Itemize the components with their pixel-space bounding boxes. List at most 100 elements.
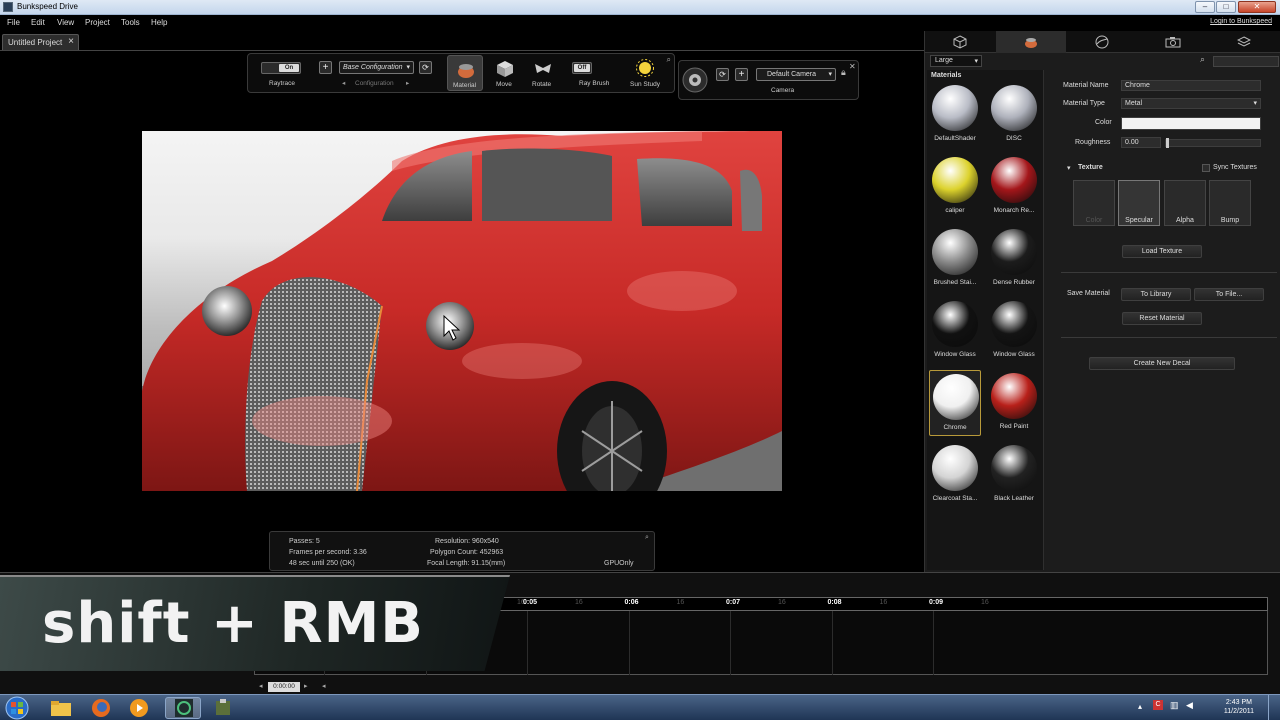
ruler-minor-label: 16: [676, 599, 685, 606]
texture-slot-specular[interactable]: Specular: [1118, 180, 1160, 226]
close-button[interactable]: ✕: [1238, 1, 1276, 13]
menu-help[interactable]: Help: [151, 18, 167, 27]
tab-environments[interactable]: [1067, 31, 1137, 53]
maximize-button[interactable]: □: [1216, 1, 1236, 13]
taskbar-recorder[interactable]: [205, 697, 241, 719]
keystroke-text: shift + RMB: [42, 591, 424, 656]
sun-study-button[interactable]: Sun Study: [628, 57, 662, 91]
material-name: DefaultShader: [934, 135, 976, 142]
show-desktop-button[interactable]: [1268, 695, 1280, 720]
texture-slot-color[interactable]: Color: [1073, 180, 1115, 226]
timeline-scroll-left-icon[interactable]: ◂: [322, 682, 326, 690]
color-swatch[interactable]: [1121, 117, 1261, 130]
material-item[interactable]: Clearcoat Sta...: [929, 442, 981, 508]
tab-models[interactable]: [925, 31, 995, 53]
menu-bar: File Edit View Project Tools Help Login …: [0, 15, 1280, 31]
material-item[interactable]: Dense Rubber: [988, 226, 1040, 292]
material-item[interactable]: Brushed Stai...: [929, 226, 981, 292]
menu-edit[interactable]: Edit: [31, 18, 45, 27]
material-item[interactable]: Monarch Re...: [988, 154, 1040, 220]
pin-icon[interactable]: ⌕: [645, 534, 649, 542]
prev-config-icon[interactable]: ◂: [342, 79, 345, 87]
color-label: Color: [1095, 119, 1112, 126]
action-center-icon[interactable]: C: [1153, 700, 1163, 710]
camera-refresh-button[interactable]: ⟳: [716, 68, 729, 81]
material-tool-button[interactable]: Material: [447, 55, 483, 91]
right-panel: Large ▾ ⌕ Materials DefaultShader DISC cal…: [924, 31, 1280, 572]
sun-study-label: Sun Study: [630, 81, 660, 88]
timeline-prev-icon[interactable]: ◂: [259, 682, 263, 690]
add-configuration-button[interactable]: +: [319, 61, 332, 74]
reset-material-button[interactable]: Reset Material: [1122, 312, 1202, 325]
configuration-dropdown[interactable]: Base Configuration ▾: [339, 61, 414, 74]
close-icon[interactable]: ✕: [849, 62, 856, 71]
sync-textures-checkbox[interactable]: [1202, 164, 1210, 172]
material-item[interactable]: Red Paint: [988, 370, 1040, 436]
rotate-tool-button[interactable]: Rotate: [526, 55, 560, 91]
render-viewport[interactable]: [142, 131, 782, 491]
roughness-input[interactable]: 0.00: [1121, 137, 1161, 148]
library-search-input[interactable]: [1213, 56, 1279, 67]
save-to-library-button[interactable]: To Library: [1121, 288, 1191, 301]
taskbar-clock[interactable]: 2:43 PM 11/2/2011: [1224, 698, 1254, 716]
roughness-slider[interactable]: [1165, 138, 1261, 148]
material-item[interactable]: Window Glass: [929, 298, 981, 364]
refresh-configuration-button[interactable]: ⟳: [419, 61, 432, 74]
load-texture-button[interactable]: Load Texture: [1122, 245, 1202, 258]
add-camera-button[interactable]: +: [735, 68, 748, 81]
texture-slot-alpha[interactable]: Alpha: [1164, 180, 1206, 226]
network-icon[interactable]: ▥: [1170, 700, 1179, 711]
lock-icon[interactable]: 🔒︎: [841, 67, 846, 78]
menu-tools[interactable]: Tools: [121, 18, 140, 27]
material-item[interactable]: Black Leather: [988, 442, 1040, 508]
material-item[interactable]: Window Glass: [988, 298, 1040, 364]
ruler-minor-label: 16: [778, 599, 786, 606]
taskbar-media-player[interactable]: [121, 697, 157, 719]
camera-dropdown[interactable]: Default Camera ▾: [756, 68, 836, 81]
material-item[interactable]: DefaultShader: [929, 82, 981, 148]
minimize-button[interactable]: –: [1195, 1, 1215, 13]
next-config-icon[interactable]: ▸: [406, 79, 409, 87]
material-item[interactable]: DISC: [988, 82, 1040, 148]
roughness-slider-handle[interactable]: [1166, 138, 1169, 148]
material-name: caliper: [945, 207, 965, 214]
timeline-next-icon[interactable]: ▸: [304, 682, 308, 690]
app-icon: [3, 2, 13, 12]
move-tool-button[interactable]: Move: [488, 55, 522, 91]
menu-view[interactable]: View: [57, 18, 74, 27]
tab-cameras[interactable]: [1138, 31, 1208, 53]
pin-icon[interactable]: ⌕: [667, 55, 671, 65]
camera-navigator-icon[interactable]: [682, 67, 708, 93]
material-name-input[interactable]: Chrome: [1121, 80, 1261, 91]
taskbar-bunkspeed[interactable]: [165, 697, 201, 719]
texture-slot-bump[interactable]: Bump: [1209, 180, 1251, 226]
tab-close-icon[interactable]: ×: [68, 36, 74, 47]
texture-slot-label: Color: [1085, 217, 1103, 224]
thumbnail-size-dropdown[interactable]: Large ▾: [930, 55, 982, 67]
tab-untitled-project[interactable]: Untitled Project ×: [2, 34, 79, 50]
taskbar-explorer[interactable]: [43, 697, 79, 719]
speaker-icon[interactable]: ◀: [1186, 700, 1193, 711]
start-button[interactable]: [2, 695, 32, 720]
taskbar-firefox[interactable]: [83, 697, 119, 719]
material-item[interactable]: Chrome: [929, 370, 981, 436]
menu-project[interactable]: Project: [85, 18, 110, 27]
material-item[interactable]: caliper: [929, 154, 981, 220]
sun-icon: [636, 59, 654, 77]
show-hidden-icons[interactable]: ▴: [1138, 702, 1142, 711]
chevron-down-icon: ▾: [974, 58, 978, 65]
tab-layers[interactable]: [1209, 31, 1279, 53]
tab-materials[interactable]: [996, 31, 1066, 53]
render-toolbar: On Raytrace + Base Configuration ▾ ⟳ ◂ C…: [247, 53, 675, 93]
save-to-file-button[interactable]: To File...: [1194, 288, 1264, 301]
raytrace-toggle[interactable]: On: [261, 62, 301, 74]
ruler-major-label: 0:05: [523, 599, 538, 606]
material-preview-sphere: [932, 229, 978, 275]
material-type-dropdown[interactable]: Metal ▾: [1121, 98, 1261, 109]
create-decal-button[interactable]: Create New Decal: [1089, 357, 1235, 370]
texture-expand-icon[interactable]: ▾: [1067, 164, 1071, 172]
login-link[interactable]: Login to Bunkspeed: [1210, 18, 1272, 25]
menu-file[interactable]: File: [7, 18, 20, 27]
timecode-field[interactable]: 0:00:00: [268, 682, 300, 692]
raybrush-toggle[interactable]: Off: [572, 62, 592, 74]
